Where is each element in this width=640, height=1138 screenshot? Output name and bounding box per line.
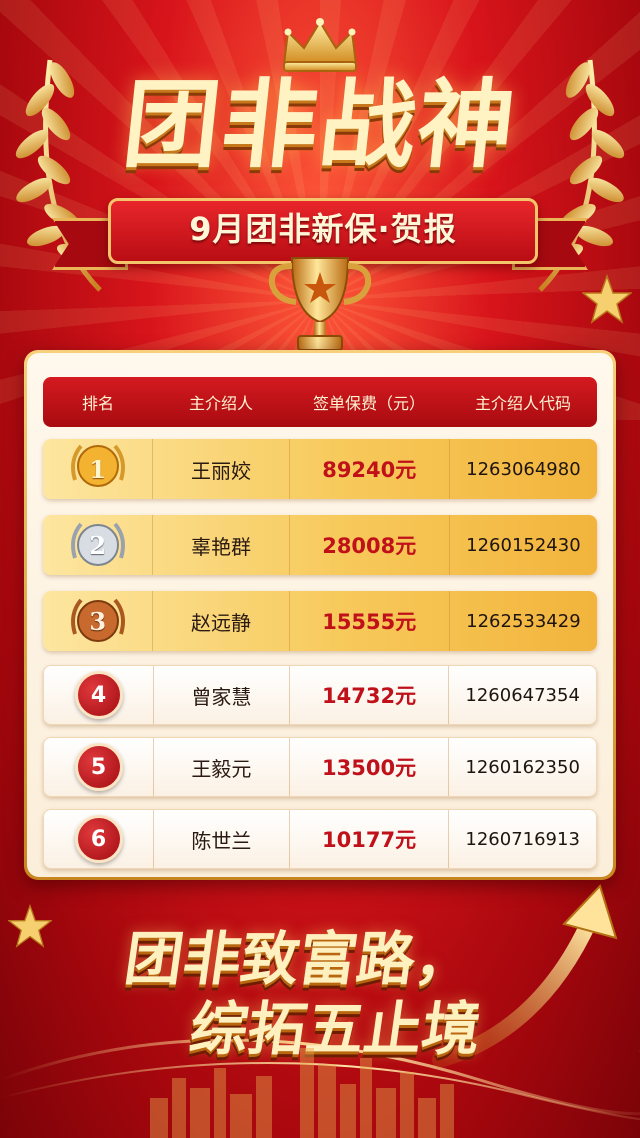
rank-number: 1 (89, 454, 107, 484)
table-header: 排名 主介绍人 签单保费（元） 主介绍人代码 (43, 377, 597, 427)
poster-title: 团非战神 (118, 68, 522, 181)
introducer-code: 1263064980 (448, 439, 597, 499)
introducer-code: 1260716913 (448, 810, 596, 868)
introducer-name: 曾家慧 (153, 666, 289, 724)
rank-number: 3 (89, 606, 107, 636)
rank-badge: 6 (74, 815, 123, 863)
table-row: 2 辜艳群 28008元 1260152430 (43, 515, 597, 575)
table-row: 3 赵远静 15555元 1262533429 (43, 591, 597, 651)
city-skyline-decoration (150, 1048, 454, 1138)
rank-badge: 4 (74, 671, 123, 719)
gold-medal-icon: 1 (65, 436, 131, 502)
rank-badge: 5 (74, 743, 123, 791)
column-header-code: 主介绍人代码 (474, 394, 571, 413)
premium-amount: 89240元 (288, 439, 449, 499)
introducer-name: 王丽姣 (152, 439, 288, 499)
introducer-name: 王毅元 (153, 738, 289, 796)
introducer-name: 陈世兰 (153, 810, 289, 868)
table-row: 6 陈世兰 10177元 1260716913 (43, 809, 597, 869)
premium-amount: 10177元 (288, 810, 449, 868)
star-icon (582, 274, 632, 324)
table-row: 5 王毅元 13500元 1260162350 (43, 737, 597, 797)
trophy-icon (268, 257, 372, 351)
introducer-code: 1260152430 (448, 515, 597, 575)
column-header-rank: 排名 (81, 394, 114, 413)
silver-medal-icon: 2 (65, 512, 131, 578)
premium-amount: 13500元 (288, 738, 449, 796)
column-header-introducer: 主介绍人 (188, 394, 253, 413)
leaderboard-panel: 排名 主介绍人 签单保费（元） 主介绍人代码 1 王丽姣 89240元 1263… (24, 350, 616, 880)
rank-number: 2 (89, 530, 107, 560)
introducer-name: 辜艳群 (152, 515, 288, 575)
introducer-name: 赵远静 (152, 591, 288, 651)
bronze-medal-icon: 3 (65, 588, 131, 654)
table-row: 4 曾家慧 14732元 1260647354 (43, 665, 597, 725)
introducer-code: 1260162350 (448, 738, 596, 796)
introducer-code: 1260647354 (448, 666, 596, 724)
poster-subtitle: 9月团非新保·贺报 (189, 210, 457, 248)
premium-amount: 14732元 (288, 666, 449, 724)
introducer-code: 1262533429 (448, 591, 597, 651)
premium-amount: 15555元 (288, 591, 449, 651)
premium-amount: 28008元 (288, 515, 449, 575)
column-header-premium: 签单保费（元） (312, 394, 425, 413)
table-row: 1 王丽姣 89240元 1263064980 (43, 439, 597, 499)
award-poster: 团非战神 9月团非新保·贺报 排名 主介绍人 签单保费（元） 主介绍人代码 1 … (0, 0, 640, 1138)
